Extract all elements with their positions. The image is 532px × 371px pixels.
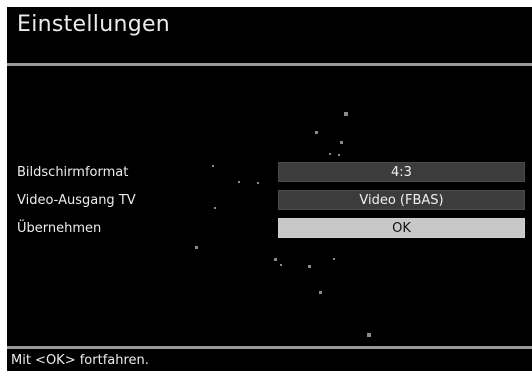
background-speck xyxy=(280,264,282,266)
background-speck xyxy=(274,258,277,261)
background-speck xyxy=(367,333,371,337)
background-speck xyxy=(329,153,331,155)
apply-label: Übernehmen xyxy=(17,221,102,236)
background-speck xyxy=(257,182,259,184)
ok-button[interactable]: OK xyxy=(278,218,525,238)
header-divider xyxy=(7,63,532,66)
background-speck xyxy=(214,207,216,209)
background-speck xyxy=(195,246,198,249)
background-speck xyxy=(308,265,311,268)
page-title: Einstellungen xyxy=(17,12,171,37)
background-speck xyxy=(340,141,343,144)
background-speck xyxy=(212,165,214,167)
background-speck xyxy=(344,112,348,116)
footer-hint: Mit <OK> fortfahren. xyxy=(11,353,149,368)
footer-bar: Mit <OK> fortfahren. xyxy=(7,349,532,371)
background-speck xyxy=(333,258,335,260)
aspect-ratio-value[interactable]: 4:3 xyxy=(278,162,525,182)
background-speck xyxy=(319,291,322,294)
aspect-ratio-label: Bildschirmformat xyxy=(17,165,129,180)
video-output-label: Video-Ausgang TV xyxy=(17,193,136,208)
background-speck xyxy=(338,154,340,156)
background-speck xyxy=(238,181,240,183)
video-output-value[interactable]: Video (FBAS) xyxy=(278,190,525,210)
settings-screen: Einstellungen Bildschirmformat 4:3 Video… xyxy=(7,7,532,371)
background-speck xyxy=(315,131,318,134)
